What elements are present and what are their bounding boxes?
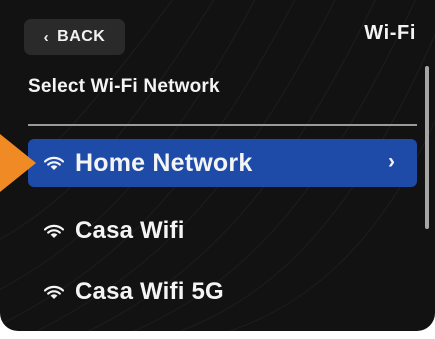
network-item-casa-wifi-5g[interactable]: Casa Wifi 5G	[28, 268, 417, 316]
section-heading: Select Wi-Fi Network	[28, 76, 220, 97]
back-button[interactable]: ‹ BACK	[24, 19, 125, 55]
chevron-left-icon: ‹	[43, 28, 50, 46]
network-name: Casa Wifi	[75, 217, 185, 244]
wifi-icon	[44, 285, 64, 299]
network-name: Casa Wifi 5G	[75, 278, 224, 305]
scrollbar[interactable]	[425, 66, 429, 229]
device-screen: ‹ BACK Wi-Fi Select Wi-Fi Network Home N…	[0, 0, 435, 331]
network-name: Home Network	[75, 148, 253, 177]
back-button-label: BACK	[57, 28, 106, 45]
wifi-icon	[44, 224, 64, 238]
device-frame: ‹ BACK Wi-Fi Select Wi-Fi Network Home N…	[0, 0, 435, 339]
network-item-home-network[interactable]: Home Network ›	[28, 139, 417, 187]
chevron-right-icon: ›	[388, 150, 395, 173]
divider	[28, 124, 417, 126]
wifi-icon	[44, 156, 64, 170]
network-item-casa-wifi[interactable]: Casa Wifi	[28, 207, 417, 255]
pointer-arrow-icon	[0, 134, 36, 192]
screen-title: Wi-Fi	[364, 22, 416, 44]
